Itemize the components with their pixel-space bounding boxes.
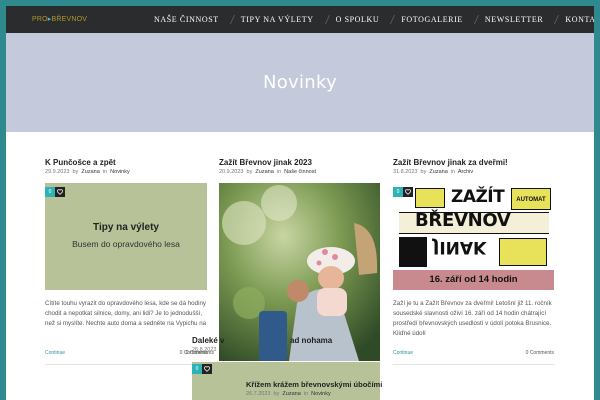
by-label: by [273, 391, 280, 397]
overlay-title-fragment[interactable]: Daleké v [192, 336, 224, 345]
post-author[interactable]: Zuzana [282, 391, 300, 397]
post-meta: 31.8.2023 by Zuzana in Archiv [393, 169, 473, 175]
post-date: 31.8.2023 [393, 169, 418, 175]
thumbnail-heading: Tipy na výlety [93, 222, 159, 233]
post-category[interactable]: Archiv [458, 169, 473, 175]
menu-item-kontakt[interactable]: KONTAKT [557, 15, 594, 24]
menu-item-nase-cinnost[interactable]: NAŠE ČINNOST [146, 15, 227, 24]
post-date: 20.9.2023 [219, 169, 244, 175]
heart-icon[interactable] [55, 187, 65, 197]
post-divider [393, 364, 555, 365]
continue-link[interactable]: Continue [393, 350, 413, 356]
logo-text-pro: PRO [32, 16, 48, 23]
menu-item-tipy-na-vylety[interactable]: TIPY NA VÝLETY [233, 15, 322, 24]
post-category[interactable]: Novinky [110, 169, 130, 175]
menu-item-newsletter[interactable]: NEWSLETTER [477, 15, 551, 24]
by-label: by [420, 169, 427, 175]
poster-date-banner: 16. září od 14 hodin [393, 270, 554, 290]
post-date: 29.9.2023 [45, 169, 70, 175]
post-thumbnail[interactable]: 0 Tipy na výlety Busem do opravdového le… [45, 183, 207, 290]
comments-link[interactable]: 0 Comments [164, 350, 214, 356]
post-author[interactable]: Zuzana [429, 169, 447, 175]
in-label: in [303, 391, 309, 397]
post-poster[interactable]: 0 ZAŽÍT AUTOMAT BŘEVNOV JINAK 16. září o… [393, 183, 554, 290]
comments-link[interactable]: 0 Comments [502, 350, 554, 356]
post-excerpt: Cítíte touhu vyrazit do opravdového lesa… [45, 300, 207, 327]
post-divider [45, 364, 207, 365]
heart-icon[interactable] [202, 364, 212, 374]
post-meta: 26.7.2023 by Zuzana in Novinky [246, 391, 331, 397]
by-label: by [246, 169, 253, 175]
poster-word: BŘEVNOV [415, 210, 511, 231]
poster-small-label: AUTOMAT [511, 188, 551, 210]
comment-count-badge: 0 [393, 187, 403, 197]
post-category[interactable]: Novinky [311, 391, 331, 397]
post-badges: 0 [393, 187, 413, 197]
comment-count-badge: 0 [192, 364, 202, 374]
page-title: Novinky [262, 72, 338, 93]
poster-panel [399, 237, 427, 267]
in-label: in [102, 169, 108, 175]
poster-word: ZAŽÍT [451, 187, 505, 207]
post-photo[interactable] [219, 183, 380, 361]
post-author[interactable]: Zuzana [81, 169, 99, 175]
photo-illustration [219, 183, 380, 361]
by-label: by [72, 169, 79, 175]
main-menu: NAŠE ČINNOST TIPY NA VÝLETY O SPOLKU FOT… [146, 6, 594, 33]
heart-icon[interactable] [403, 187, 413, 197]
overlay-title-fragment[interactable]: ad nohama [290, 336, 332, 345]
page-frame: PRO▸BŘEVNOV NAŠE ČINNOST TIPY NA VÝLETY … [6, 6, 594, 400]
post-title[interactable]: Zažít Břevnov jinak 2023 [219, 158, 312, 167]
poster-panel [499, 238, 547, 266]
post-badges: 0 [45, 187, 65, 197]
menu-item-fotogalerie[interactable]: FOTOGALERIE [393, 15, 471, 24]
in-label: in [276, 169, 282, 175]
post-title[interactable]: Zažít Břevnov jinak za dveřmi! [393, 158, 508, 167]
continue-link[interactable]: Continue [45, 350, 65, 356]
post-author[interactable]: Zuzana [255, 169, 273, 175]
page-header-banner: Novinky [6, 33, 594, 132]
site-logo[interactable]: PRO▸BŘEVNOV [32, 15, 90, 25]
post-title[interactable]: Křížem krážem břevnovskými úbočími [246, 380, 382, 389]
poster-word: JINAK [433, 237, 487, 257]
poster-panel [415, 188, 445, 208]
thumbnail-subheading: Busem do opravdového lesa [72, 239, 180, 249]
post-category[interactable]: Naše činnost [284, 169, 316, 175]
post-excerpt: Zaží je tu a Zažít Břevnov za dveřmi! Le… [393, 300, 552, 337]
post-badges: 0 [192, 364, 212, 374]
top-navigation-bar: PRO▸BŘEVNOV NAŠE ČINNOST TIPY NA VÝLETY … [6, 6, 594, 33]
logo-text-brevnov: BŘEVNOV [51, 16, 88, 23]
in-label: in [450, 169, 456, 175]
comment-count-badge: 0 [45, 187, 55, 197]
post-title[interactable]: K Punčošce a zpět [45, 158, 116, 167]
post-meta: 29.9.2023 by Zuzana in Novinky [45, 169, 130, 175]
post-meta: 20.9.2023 by Zuzana in Naše činnost [219, 169, 316, 175]
post-date: 26.7.2023 [246, 391, 271, 397]
menu-item-o-spolku[interactable]: O SPOLKU [328, 15, 388, 24]
